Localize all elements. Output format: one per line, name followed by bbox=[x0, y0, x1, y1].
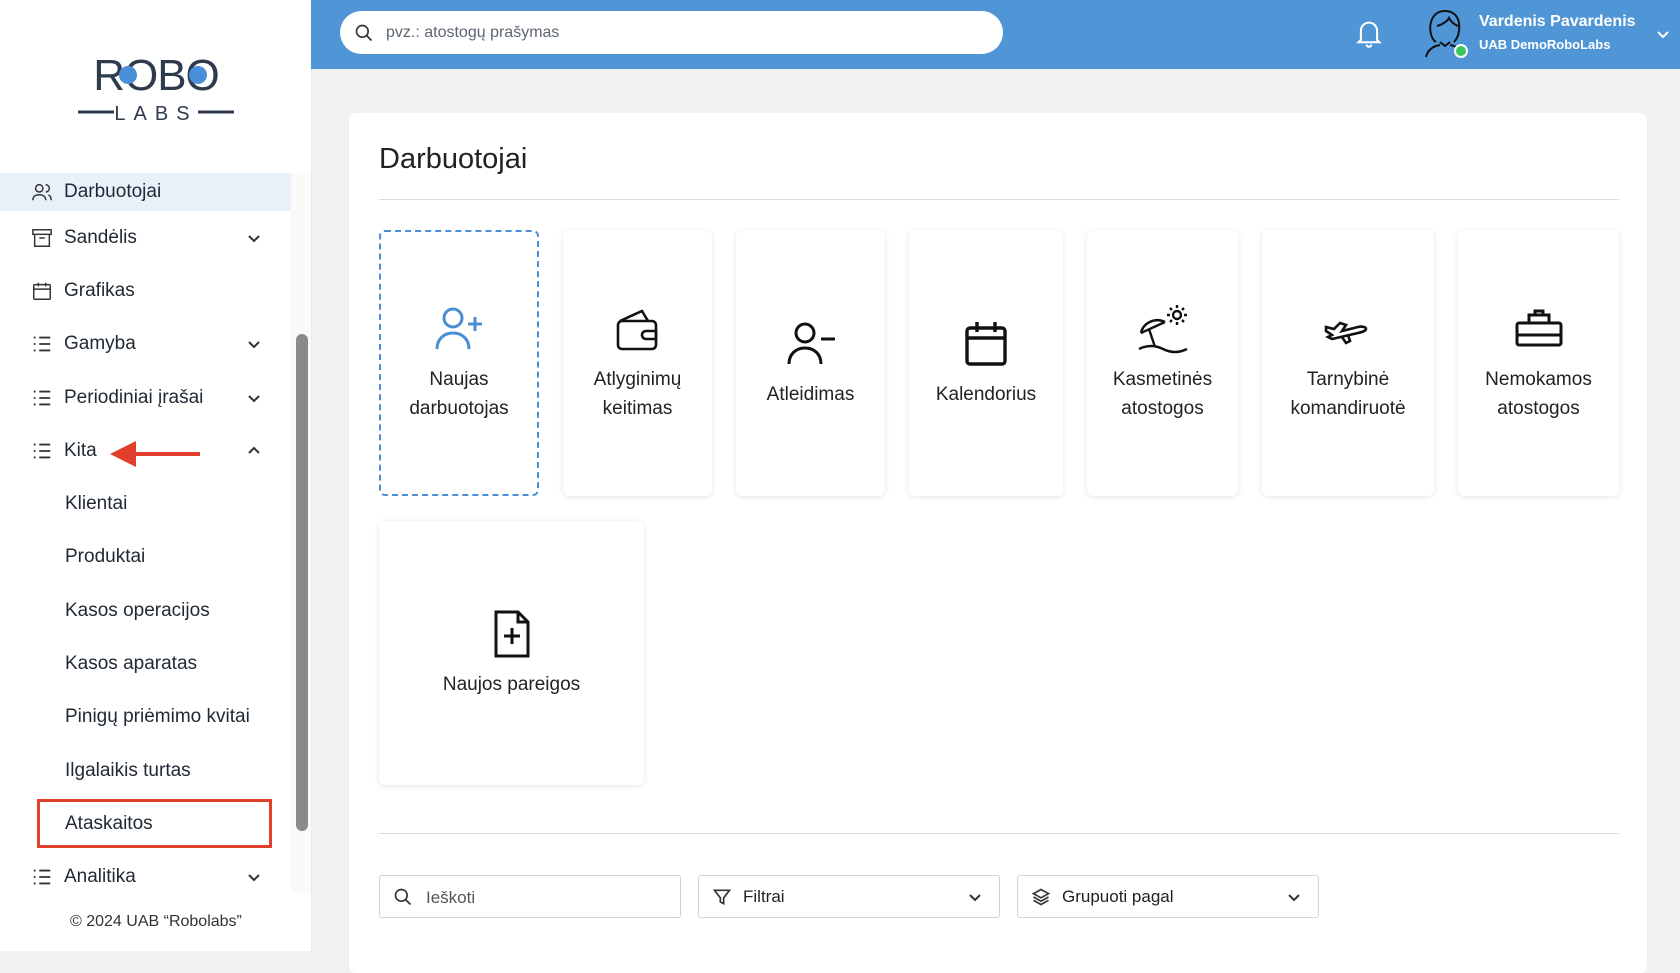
tile-label: Tarnybinė komandiruotė bbox=[1290, 369, 1406, 419]
sidebar-scrollbar[interactable] bbox=[296, 334, 308, 831]
robolabs-logo[interactable]: ROBO LABS bbox=[74, 44, 238, 128]
chevron-down-icon[interactable] bbox=[1655, 26, 1671, 42]
beach-umbrella-icon bbox=[1137, 305, 1188, 354]
bell-icon[interactable] bbox=[1355, 18, 1383, 48]
chevron-up-icon[interactable] bbox=[246, 443, 262, 459]
sidebar-subitem-produktai[interactable]: Produktai bbox=[0, 531, 291, 584]
online-status-dot bbox=[1454, 44, 1468, 58]
global-search[interactable] bbox=[340, 11, 1003, 54]
tile-naujos-pareigos[interactable]: Naujos pareigos bbox=[379, 521, 644, 785]
sidebar-subitem-label: Klientai bbox=[65, 493, 128, 515]
tile-kasmetines-atostogos[interactable]: Kasmetinės atostogos bbox=[1087, 230, 1238, 496]
user-name[interactable]: Vardenis Pavardenis bbox=[1479, 13, 1636, 31]
tile-label: Nemokamos atostogos bbox=[1485, 369, 1592, 419]
chevron-down-icon[interactable] bbox=[246, 869, 262, 885]
sidebar-item-label: Sandėlis bbox=[64, 226, 137, 248]
group-by-dropdown[interactable]: Grupuoti pagal bbox=[1017, 875, 1319, 918]
file-plus-icon bbox=[494, 610, 529, 657]
sidebar-subitem-label: Kasos aparatas bbox=[65, 653, 198, 675]
tile-tarnybine-komandiruote[interactable]: Tarnybinė komandiruotė bbox=[1262, 230, 1434, 496]
filter-dropdown[interactable]: Filtrai bbox=[698, 875, 1000, 918]
tile-nemokamos-atostogos[interactable]: Nemokamos atostogos bbox=[1458, 230, 1619, 496]
sidebar-item-periodiniai-irasai[interactable]: Periodiniai įrašai bbox=[0, 371, 291, 424]
tile-label: Atleidimas bbox=[766, 383, 855, 405]
wallet-icon bbox=[616, 309, 657, 351]
user-company[interactable]: UAB DemoRoboLabs bbox=[1479, 37, 1610, 52]
list-search[interactable] bbox=[379, 875, 681, 918]
annotation-arrow bbox=[110, 441, 200, 467]
calendar-icon bbox=[33, 282, 51, 300]
sidebar-subitem-ilgalaikis-turtas[interactable]: Ilgalaikis turtas bbox=[0, 744, 291, 797]
divider bbox=[379, 833, 1619, 834]
filter-icon bbox=[712, 889, 732, 906]
sidebar-item-label: Grafikas bbox=[64, 279, 135, 301]
tile-naujas-darbuotojas[interactable]: Naujas darbuotojas bbox=[379, 230, 539, 496]
tile-atleidimas[interactable]: Atleidimas bbox=[736, 230, 885, 496]
list-icon bbox=[33, 336, 51, 352]
chevron-down-icon[interactable] bbox=[246, 390, 262, 406]
sidebar-item-label: Darbuotojai bbox=[64, 181, 162, 202]
chevron-down-icon bbox=[1288, 894, 1300, 902]
sidebar-nav: Darbuotojai Sandėlis Grafikas Gamyba Per… bbox=[0, 173, 291, 904]
sidebar-item-label: Periodiniai įrašai bbox=[64, 386, 204, 408]
sidebar-subitem-label: Pinigų priėmimo kvitai bbox=[65, 706, 250, 728]
filter-label: Filtrai bbox=[743, 887, 785, 906]
list-search-input[interactable] bbox=[424, 883, 628, 913]
page-title: Darbuotojai bbox=[379, 143, 528, 175]
chevron-down-icon[interactable] bbox=[246, 230, 262, 246]
group-by-label: Grupuoti pagal bbox=[1062, 887, 1174, 906]
sidebar-subitem-klientai[interactable]: Klientai bbox=[0, 477, 291, 530]
sidebar-subitem-kasos-operacijos[interactable]: Kasos operacijos bbox=[0, 584, 291, 637]
tile-label: Naujas darbuotojas bbox=[409, 369, 509, 419]
sofa-icon bbox=[1515, 309, 1562, 347]
tile-label: Kasmetinės atostogos bbox=[1112, 369, 1213, 419]
list-icon bbox=[33, 443, 51, 459]
sidebar-item-label: Analitika bbox=[64, 866, 136, 888]
list-icon bbox=[33, 869, 51, 885]
sidebar-item-label: Gamyba bbox=[64, 333, 136, 355]
tile-label: Naujos pareigos bbox=[442, 673, 581, 695]
calendar-icon bbox=[965, 321, 1007, 366]
sidebar-item-sandelis[interactable]: Sandėlis bbox=[0, 211, 291, 264]
tile-label: Atlyginimų keitimas bbox=[593, 369, 682, 419]
sidebar-item-grafikas[interactable]: Grafikas bbox=[0, 264, 291, 317]
user-plus-icon bbox=[435, 307, 482, 350]
chevron-down-icon bbox=[969, 894, 981, 902]
user-minus-icon bbox=[787, 322, 835, 364]
tile-atlyginimu-keitimas[interactable]: Atlyginimų keitimas bbox=[563, 230, 712, 496]
global-search-input[interactable] bbox=[384, 17, 978, 49]
sidebar-subitem-pinigu-priemimo-kvitai[interactable]: Pinigų priėmimo kvitai bbox=[0, 691, 291, 744]
layers-icon bbox=[1031, 888, 1051, 906]
sidebar-item-analitika[interactable]: Analitika bbox=[0, 851, 291, 904]
sidebar-subitem-kasos-aparatas[interactable]: Kasos aparatas bbox=[0, 637, 291, 690]
sidebar-subitem-label: Ilgalaikis turtas bbox=[65, 759, 191, 781]
sidebar-subitem-label: Produktai bbox=[65, 546, 146, 568]
search-icon bbox=[355, 24, 373, 42]
airplane-icon bbox=[1324, 321, 1368, 345]
list-icon bbox=[33, 390, 51, 405]
divider bbox=[379, 199, 1619, 200]
top-bar bbox=[311, 0, 1680, 69]
search-icon bbox=[394, 888, 412, 906]
avatar[interactable] bbox=[1422, 8, 1468, 58]
annotation-highlight-box bbox=[37, 799, 272, 848]
sidebar-item-darbuotojai[interactable]: Darbuotojai bbox=[0, 173, 291, 211]
tile-label: Kalendorius bbox=[935, 383, 1037, 405]
tile-kalendorius[interactable]: Kalendorius bbox=[909, 230, 1063, 496]
sidebar-item-label: Kita bbox=[64, 439, 97, 461]
copyright-text: © 2024 UAB “Robolabs” bbox=[70, 913, 242, 930]
sidebar: ROBO LABS Darbuotojai Sandėlis Grafikas … bbox=[0, 0, 312, 951]
archive-icon bbox=[32, 228, 52, 247]
sidebar-subitem-label: Kasos operacijos bbox=[65, 599, 210, 621]
sidebar-item-gamyba[interactable]: Gamyba bbox=[0, 318, 291, 371]
users-icon bbox=[32, 183, 52, 201]
svg-text:LABS: LABS bbox=[114, 103, 197, 125]
chevron-down-icon[interactable] bbox=[246, 336, 262, 352]
